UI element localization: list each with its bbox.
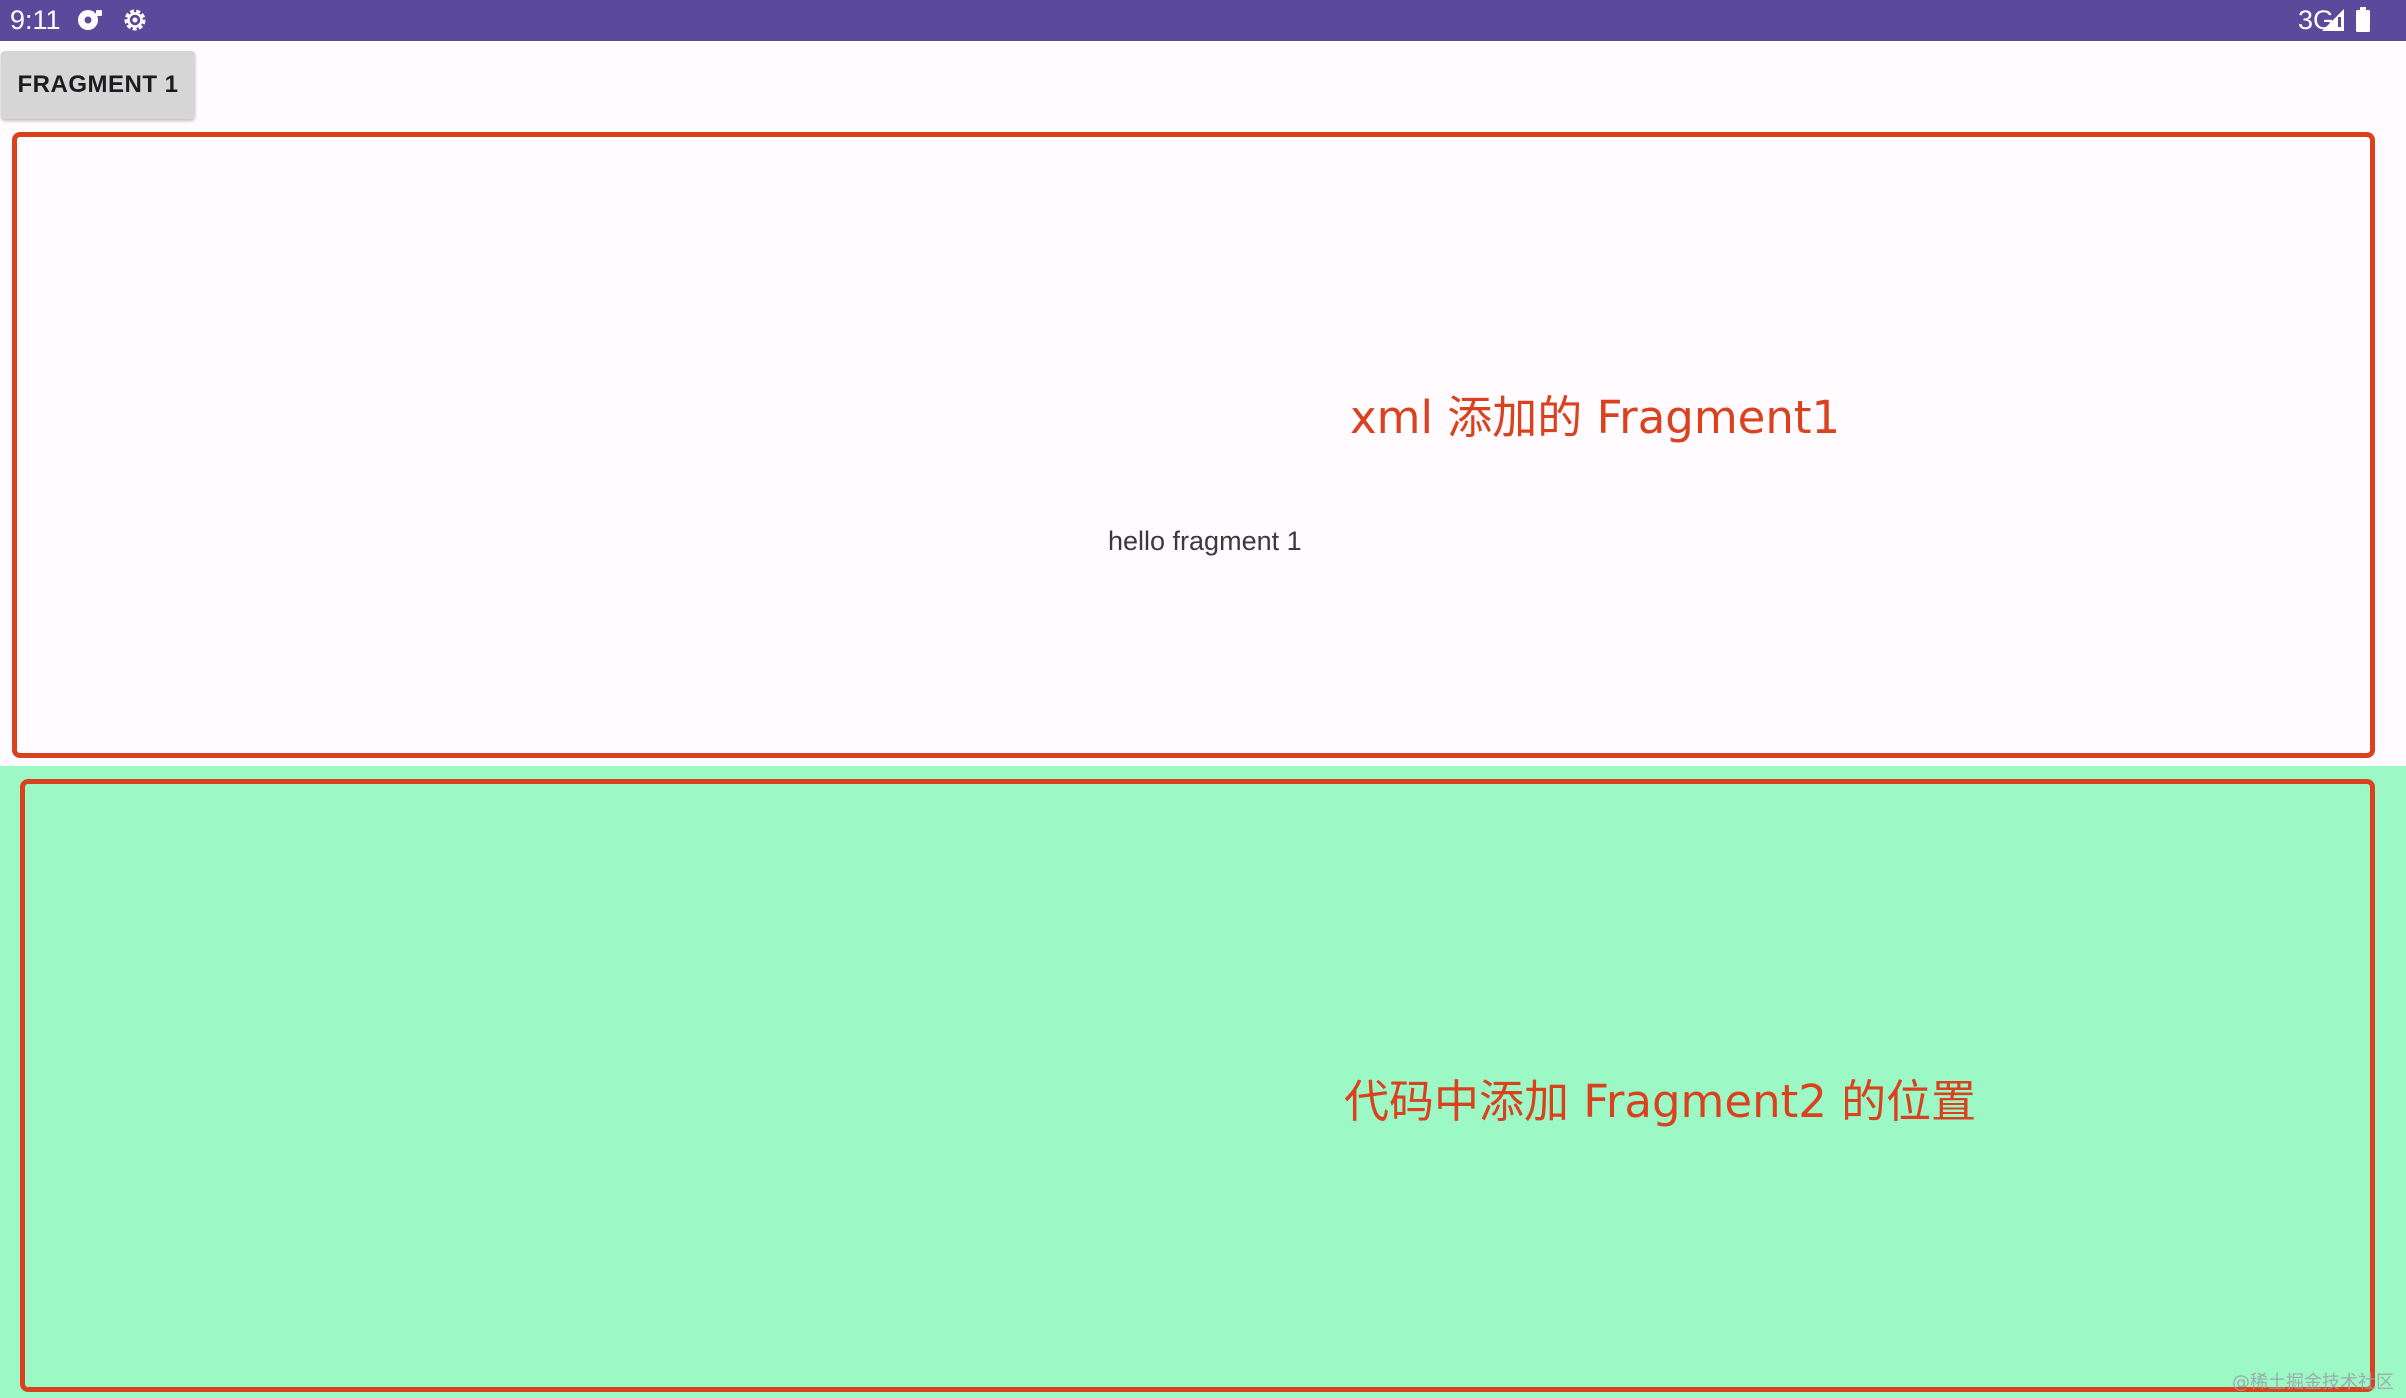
signal-icon — [2322, 9, 2344, 31]
fragment2-container — [0, 766, 2406, 1398]
settings-gear-icon — [124, 9, 146, 31]
fragment1-button[interactable]: FRAGMENT 1 — [1, 51, 195, 119]
annotation-label-code-fragment2: 代码中添加 Fragment2 的位置 — [1344, 1075, 1977, 1128]
sync-icon — [78, 10, 102, 30]
battery-icon — [2356, 7, 2370, 32]
fragment1-container: hello fragment 1 — [0, 133, 2406, 807]
status-time: 9:11 — [10, 5, 61, 35]
fragment1-text: hello fragment 1 — [1108, 526, 1302, 556]
watermark: @稀土掘金技术社区 — [2232, 1372, 2394, 1393]
annotation-label-xml-fragment1: xml 添加的 Fragment1 — [1350, 391, 1841, 444]
status-bar: 9:11 3G — [0, 0, 2406, 41]
